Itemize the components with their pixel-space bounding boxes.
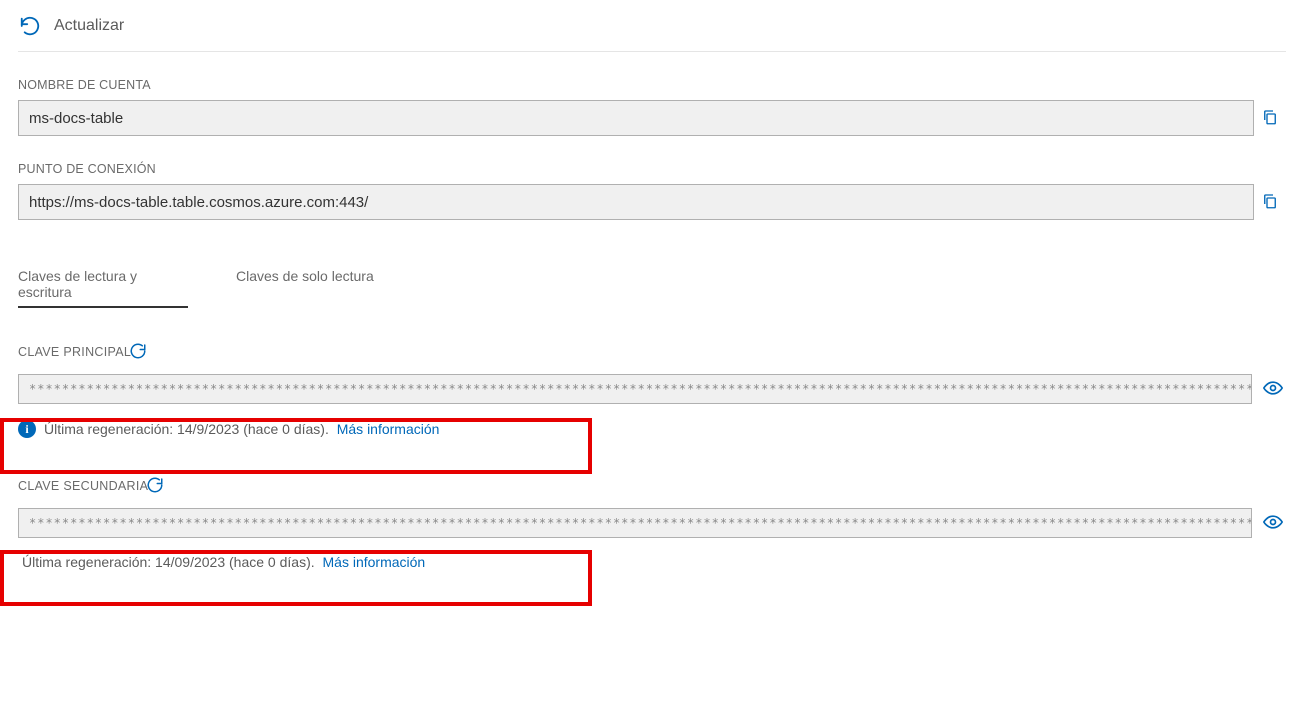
secondary-key-info-row: Última regeneración: 14/09/2023 (hace 0 … [18, 550, 1286, 574]
refresh-icon [18, 14, 42, 38]
eye-icon [1263, 512, 1283, 535]
primary-more-info-link[interactable]: Más información [337, 421, 440, 437]
copy-icon [1261, 108, 1279, 129]
toolbar: Actualizar [18, 0, 1286, 52]
primary-key-block: CLAVE PRINCIPAL ************************… [18, 342, 1286, 442]
primary-key-info-row: i Última regeneración: 14/9/2023 (hace 0… [18, 416, 1286, 442]
secondary-key-info-text: Última regeneración: 14/09/2023 (hace 0 … [22, 554, 315, 570]
secondary-key-label-row: CLAVE SECUNDARIA [18, 476, 1286, 496]
secondary-key-row: ****************************************… [18, 508, 1286, 538]
eye-icon [1263, 378, 1283, 401]
copy-icon [1261, 192, 1279, 213]
tab-read-only[interactable]: Claves de solo lectura [236, 268, 374, 308]
endpoint-field[interactable]: https://ms-docs-table.table.cosmos.azure… [18, 184, 1254, 220]
regenerate-secondary-button[interactable] [146, 476, 166, 496]
primary-key-field[interactable]: ****************************************… [18, 374, 1252, 404]
secondary-key-field[interactable]: ****************************************… [18, 508, 1252, 538]
secondary-key-block: CLAVE SECUNDARIA ***********************… [18, 476, 1286, 574]
tab-read-write[interactable]: Claves de lectura y escritura [18, 268, 188, 308]
regenerate-primary-button[interactable] [129, 342, 149, 362]
info-icon: i [18, 420, 36, 438]
refresh-label: Actualizar [54, 17, 124, 35]
primary-key-label: CLAVE PRINCIPAL [18, 345, 131, 359]
tabs: Claves de lectura y escritura Claves de … [18, 268, 1286, 308]
primary-key-row: ****************************************… [18, 374, 1286, 404]
endpoint-label: PUNTO DE CONEXIÓN [18, 162, 1286, 176]
refresh-button[interactable]: Actualizar [18, 14, 124, 38]
copy-endpoint-button[interactable] [1254, 184, 1286, 220]
account-name-field[interactable]: ms-docs-table [18, 100, 1254, 136]
endpoint-row: https://ms-docs-table.table.cosmos.azure… [18, 184, 1286, 220]
copy-account-button[interactable] [1254, 100, 1286, 136]
account-name-label: NOMBRE DE CUENTA [18, 78, 1286, 92]
primary-key-info-text: Última regeneración: 14/9/2023 (hace 0 d… [44, 421, 329, 437]
primary-key-label-row: CLAVE PRINCIPAL [18, 342, 1286, 362]
show-primary-key-button[interactable] [1260, 376, 1286, 402]
account-name-row: ms-docs-table [18, 100, 1286, 136]
secondary-more-info-link[interactable]: Más información [323, 554, 426, 570]
show-secondary-key-button[interactable] [1260, 510, 1286, 536]
secondary-key-label: CLAVE SECUNDARIA [18, 479, 148, 493]
